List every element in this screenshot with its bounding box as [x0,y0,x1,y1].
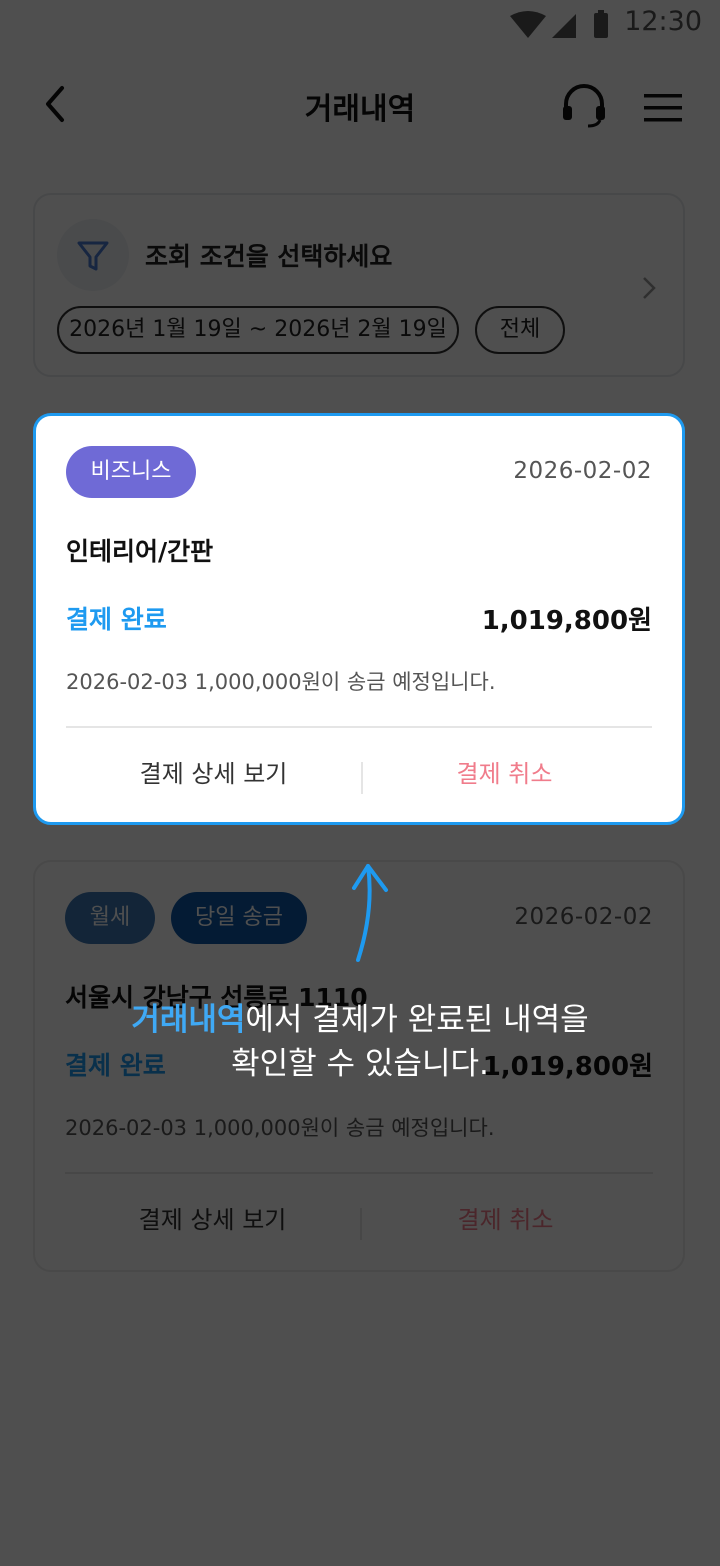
payment-detail-button[interactable]: 결제 상세 보기 [65,1190,360,1250]
chevron-right-icon [641,275,657,305]
menu-button[interactable] [640,88,686,128]
date-range-chip[interactable]: 2026년 1월 19일 ~ 2026년 2월 19일 [57,306,459,354]
transfer-note: 2026-02-03 1,000,000원이 송금 예정입니다. [65,1116,495,1140]
filter-title: 조회 조건을 선택하세요 [145,242,393,271]
hamburger-icon [644,94,682,122]
payment-detail-button[interactable]: 결제 상세 보기 [66,744,361,804]
wifi-icon [510,11,546,38]
badge-rent: 월세 [65,892,155,944]
transaction-title: 인테리어/간판 [66,537,214,566]
transaction-amount: 1,019,800원 [481,606,652,636]
search-filter-panel[interactable]: 조회 조건을 선택하세요 2026년 1월 19일 ~ 2026년 2월 19일… [33,193,685,377]
badge-business: 비즈니스 [66,446,196,498]
customer-support-button[interactable] [560,84,608,128]
transaction-date: 2026-02-02 [513,458,652,484]
transaction-card[interactable]: 월세 당일 송금 2026-02-02 서울시 강남구 선릉로 1110 결제 … [33,860,685,1272]
status-bar: 12:30 [0,0,720,48]
payment-status: 결제 완료 [66,605,167,634]
filter-icon-wrap [57,219,129,291]
headset-icon [563,84,605,128]
status-icons [508,10,608,44]
payment-cancel-button[interactable]: 결제 취소 [357,744,652,804]
filter-icon [77,241,109,271]
app-header: 거래내역 [0,62,720,146]
divider [65,1172,653,1174]
payment-status: 결제 완료 [65,1051,166,1080]
divider [66,726,652,728]
badge-same-day: 당일 송금 [171,892,307,944]
status-time: 12:30 [624,6,702,37]
transaction-title: 서울시 강남구 선릉로 1110 [65,983,368,1012]
transaction-amount: 1,019,800원 [482,1052,653,1082]
transaction-card-highlighted[interactable]: 비즈니스 2026-02-02 인테리어/간판 결제 완료 1,019,800원… [33,413,685,825]
transaction-date: 2026-02-02 [514,904,653,930]
page-title: 거래내역 [304,92,416,127]
signal-icon [552,14,576,38]
type-chip[interactable]: 전체 [475,306,565,354]
battery-icon [594,13,608,38]
payment-cancel-button[interactable]: 결제 취소 [358,1190,653,1250]
transfer-note: 2026-02-03 1,000,000원이 송금 예정입니다. [66,670,496,694]
